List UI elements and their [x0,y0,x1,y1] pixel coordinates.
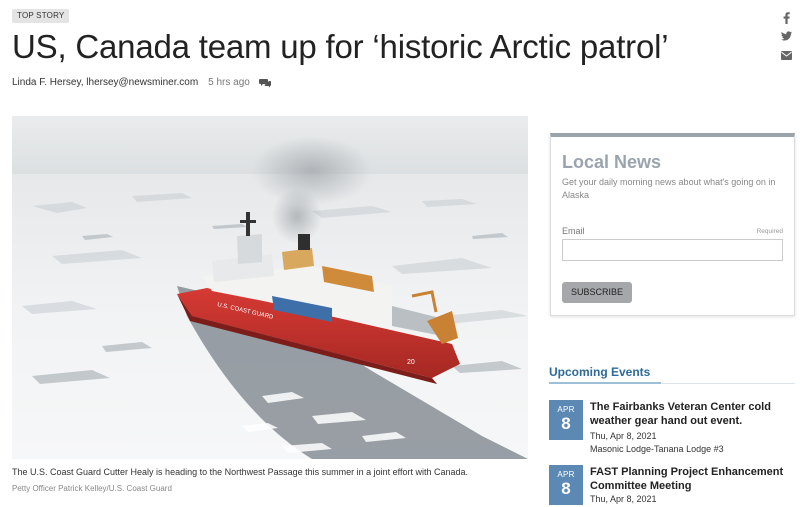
event-month: APR [557,405,575,414]
event-month: APR [557,470,575,479]
email-share-icon[interactable] [779,51,793,63]
top-story-badge[interactable]: TOP STORY [12,9,70,23]
photo-caption: The U.S. Coast Guard Cutter Healy is hea… [12,467,469,477]
newsletter-description: Get your daily morning news about what's… [562,177,776,200]
newsletter-title: Local News [562,152,662,172]
article-headline: US, Canada team up for ‘historic Arctic … [12,28,669,65]
ship-number: 20 [407,359,415,366]
event-date-box: APR 8 [549,465,583,505]
events-divider-accent [549,382,661,384]
event-date-box: APR 8 [549,400,583,440]
author-link[interactable]: Linda F. Hersey, lhersey@newsminer.com [12,76,198,90]
newsletter-signup-box: Local News Get your daily morning news a… [550,133,795,316]
upcoming-events-heading[interactable]: Upcoming Events [549,364,650,380]
event-day: 8 [561,479,571,498]
event-item[interactable]: APR 8 FAST Planning Project Enhancement … [549,465,795,507]
email-label: Email [562,226,585,236]
article-photo[interactable]: U.S. COAST GUARD 20 [12,116,528,459]
subscribe-button[interactable]: SUBSCRIBE [562,282,632,303]
required-label: Required [756,228,783,235]
email-input[interactable] [562,239,783,261]
event-date: Thu, Apr 8, 2021 [590,431,657,441]
twitter-share-icon[interactable] [779,31,793,43]
byline: Linda F. Hersey, lhersey@newsminer.com 5… [12,76,271,90]
event-title-link[interactable]: The Fairbanks Veteran Center cold weathe… [590,400,790,428]
event-title-link[interactable]: FAST Planning Project Enhancement Commit… [590,465,790,493]
timestamp: 5 hrs ago [208,77,250,88]
comments-icon[interactable] [258,78,271,88]
facebook-share-icon[interactable] [779,12,793,24]
event-date: Thu, Apr 8, 2021 [590,494,657,504]
photo-credit: Petty Officer Patrick Kelley/U.S. Coast … [12,484,172,493]
event-item[interactable]: APR 8 The Fairbanks Veteran Center cold … [549,400,795,454]
event-venue: Masonic Lodge-Tanana Lodge #3 [590,444,724,454]
event-day: 8 [561,414,571,433]
